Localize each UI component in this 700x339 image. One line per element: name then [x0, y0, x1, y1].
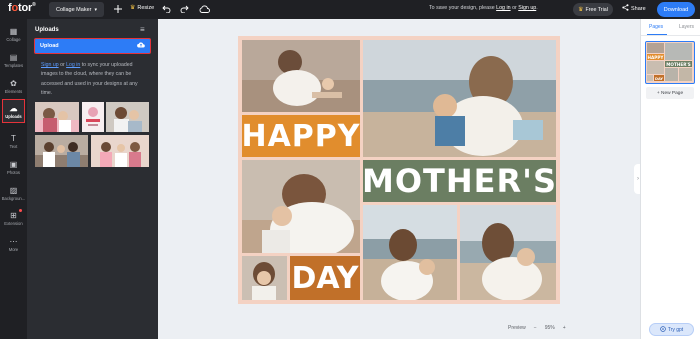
tab-layers[interactable]: Layers: [679, 24, 694, 30]
zoom-controls: Preview − 95% +: [508, 325, 566, 331]
share-icon: [622, 4, 629, 13]
rail-item-more[interactable]: ⋯ More: [0, 232, 27, 256]
top-bar: fotor® Collage Maker ▾ ♛ Resize To save …: [0, 0, 700, 19]
svg-text:HAPPY: HAPPY: [648, 55, 665, 60]
rail-item-elements[interactable]: ✿ Elements: [0, 74, 27, 98]
day-text-block[interactable]: DAY: [290, 256, 360, 300]
rail-item-text[interactable]: T Text: [0, 129, 27, 153]
text-icon: T: [11, 133, 16, 143]
collage-canvas[interactable]: HAPPY MOTHER'S DAY: [238, 36, 560, 304]
save-message: To save your design, please Log in or Si…: [429, 5, 538, 11]
fotor-logo[interactable]: fotor®: [8, 2, 36, 14]
rail-item-photos[interactable]: ▣ Photos: [0, 155, 27, 179]
elements-icon: ✿: [10, 78, 17, 88]
photos-icon: ▣: [9, 159, 18, 169]
photo-cell[interactable]: [242, 40, 360, 112]
zoom-value: 95%: [544, 325, 555, 331]
mothers-text-block[interactable]: MOTHER'S: [362, 160, 556, 202]
free-trial-label: Free Trial: [585, 6, 608, 13]
crown-icon: ♛: [578, 7, 584, 13]
rail-item-background[interactable]: ▨ Backgroun...: [0, 181, 27, 205]
zoom-in-button[interactable]: +: [563, 325, 566, 331]
add-icon[interactable]: [112, 3, 124, 15]
templates-icon: ▤: [9, 52, 18, 62]
more-icon: ⋯: [9, 236, 18, 246]
upload-cloud-icon: ☁: [9, 103, 18, 113]
tab-divider: [641, 35, 700, 36]
preview-button[interactable]: Preview: [508, 325, 526, 331]
resize-label: Resize: [137, 4, 155, 11]
photo-cell[interactable]: [460, 205, 556, 300]
signup-link[interactable]: Sign up: [518, 5, 536, 11]
extension-icon: ⊞: [10, 210, 17, 220]
zoom-out-button[interactable]: −: [534, 325, 537, 331]
redo-icon[interactable]: [178, 3, 190, 15]
try-gpt-label: Try gpt: [667, 326, 684, 333]
signup-link[interactable]: Sign up: [41, 62, 59, 68]
cloud-sync-icon[interactable]: [198, 3, 210, 15]
new-page-label: + New Page: [656, 90, 684, 96]
photo-cell[interactable]: [242, 160, 360, 253]
collage-maker-dropdown[interactable]: Collage Maker ▾: [49, 2, 104, 17]
rail-item-collage[interactable]: ▦ Collage: [0, 22, 27, 46]
uploaded-image-thumbnail[interactable]: [35, 135, 88, 167]
download-label: Download: [663, 6, 689, 13]
photo-cell[interactable]: [363, 40, 556, 157]
tab-pages[interactable]: Pages: [649, 24, 663, 30]
resize-button[interactable]: ♛ Resize: [130, 4, 155, 12]
rail-item-extension[interactable]: ⊞ Extension: [0, 206, 27, 230]
photo-cell[interactable]: [242, 256, 287, 300]
undo-icon[interactable]: [160, 3, 172, 15]
panel-title: Uploads: [35, 27, 59, 33]
happy-text-block[interactable]: HAPPY: [241, 115, 360, 157]
svg-text:MOTHER'S: MOTHER'S: [666, 62, 690, 67]
try-gpt-button[interactable]: Try gpt: [649, 323, 694, 336]
rail-item-templates[interactable]: ▤ Templates: [0, 48, 27, 72]
rail-item-uploads[interactable]: ☁ Uploads: [2, 99, 25, 123]
chat-bubble-icon: [660, 325, 666, 334]
login-link[interactable]: Log in: [66, 62, 80, 68]
upload-button[interactable]: Upload: [34, 38, 151, 54]
share-button[interactable]: Share: [622, 4, 646, 13]
download-button[interactable]: Download: [657, 2, 695, 17]
svg-text:DAY: DAY: [655, 77, 663, 81]
uploaded-image-thumbnail[interactable]: [91, 135, 149, 167]
mode-label: Collage Maker: [56, 6, 92, 13]
uploaded-image-thumbnail[interactable]: [106, 102, 149, 132]
page-thumbnail[interactable]: HAPPY MOTHER'S DAY: [645, 41, 695, 84]
photo-cell[interactable]: [363, 205, 457, 300]
collage-icon: ▦: [9, 26, 18, 36]
uploaded-image-thumbnail[interactable]: [35, 102, 79, 132]
upload-description: Sign up or Log in to sync your uploaded …: [41, 62, 138, 96]
crown-icon: ♛: [130, 5, 136, 11]
share-label: Share: [631, 5, 646, 12]
left-nav-rail: ▦ Collage ▤ Templates ✿ Elements ☁ Uploa…: [0, 19, 27, 339]
background-icon: ▨: [9, 185, 18, 195]
login-link[interactable]: Log in: [496, 5, 510, 11]
uploads-panel: Uploads ≡ Upload Sign up or Log in to sy…: [27, 19, 158, 339]
hamburger-menu-icon[interactable]: ≡: [140, 25, 145, 34]
upload-label: Upload: [40, 43, 59, 49]
free-trial-button[interactable]: ♛ Free Trial: [573, 3, 613, 16]
new-page-button[interactable]: + New Page: [646, 87, 694, 99]
chevron-down-icon: ▾: [94, 6, 97, 13]
uploaded-image-thumbnail[interactable]: [82, 102, 104, 132]
notification-dot: [19, 209, 22, 212]
upload-cloud-icon: [137, 42, 145, 50]
